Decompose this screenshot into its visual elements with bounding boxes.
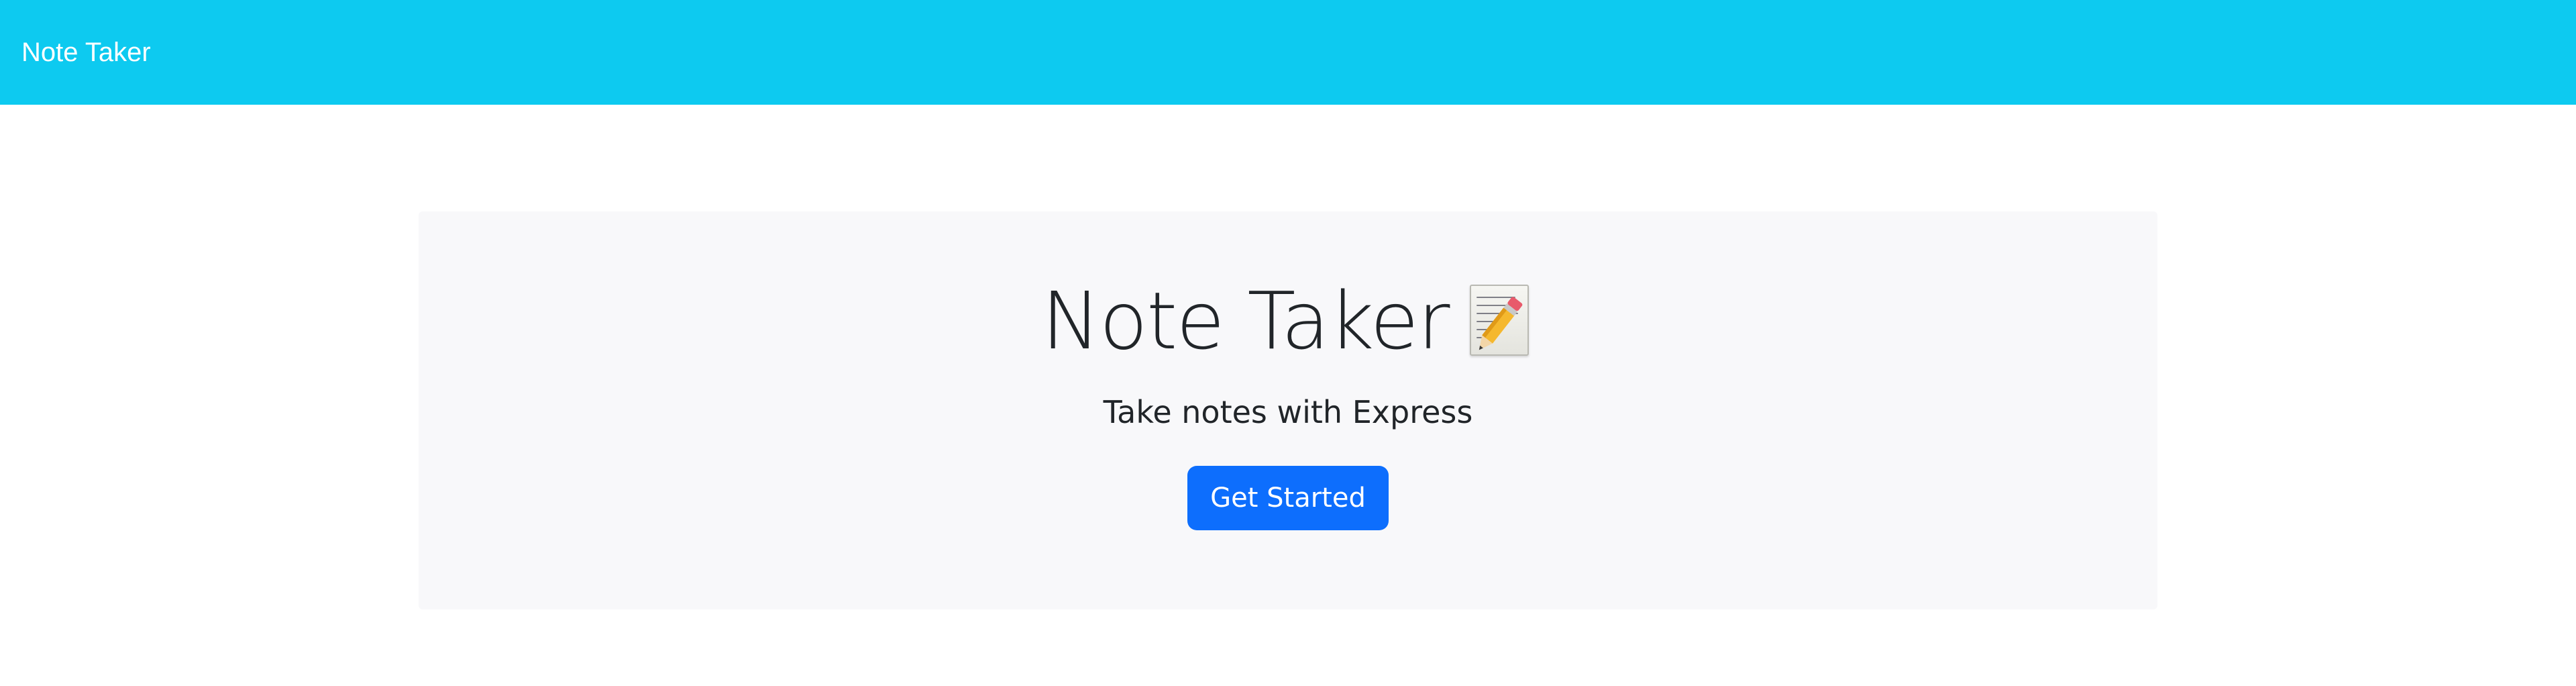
page-title: Note Taker <box>1041 275 1450 367</box>
memo-pencil-icon <box>1467 283 1534 358</box>
hero-title-row: Note Taker <box>1042 275 1535 367</box>
navbar-brand[interactable]: Note Taker <box>21 39 151 66</box>
top-navbar: Note Taker <box>0 0 2576 105</box>
hero-subtitle: Take notes with Express <box>1103 394 1473 430</box>
get-started-button[interactable]: Get Started <box>1187 466 1389 531</box>
hero-jumbotron: Note Taker Take notes with Express Get S… <box>419 211 2157 609</box>
